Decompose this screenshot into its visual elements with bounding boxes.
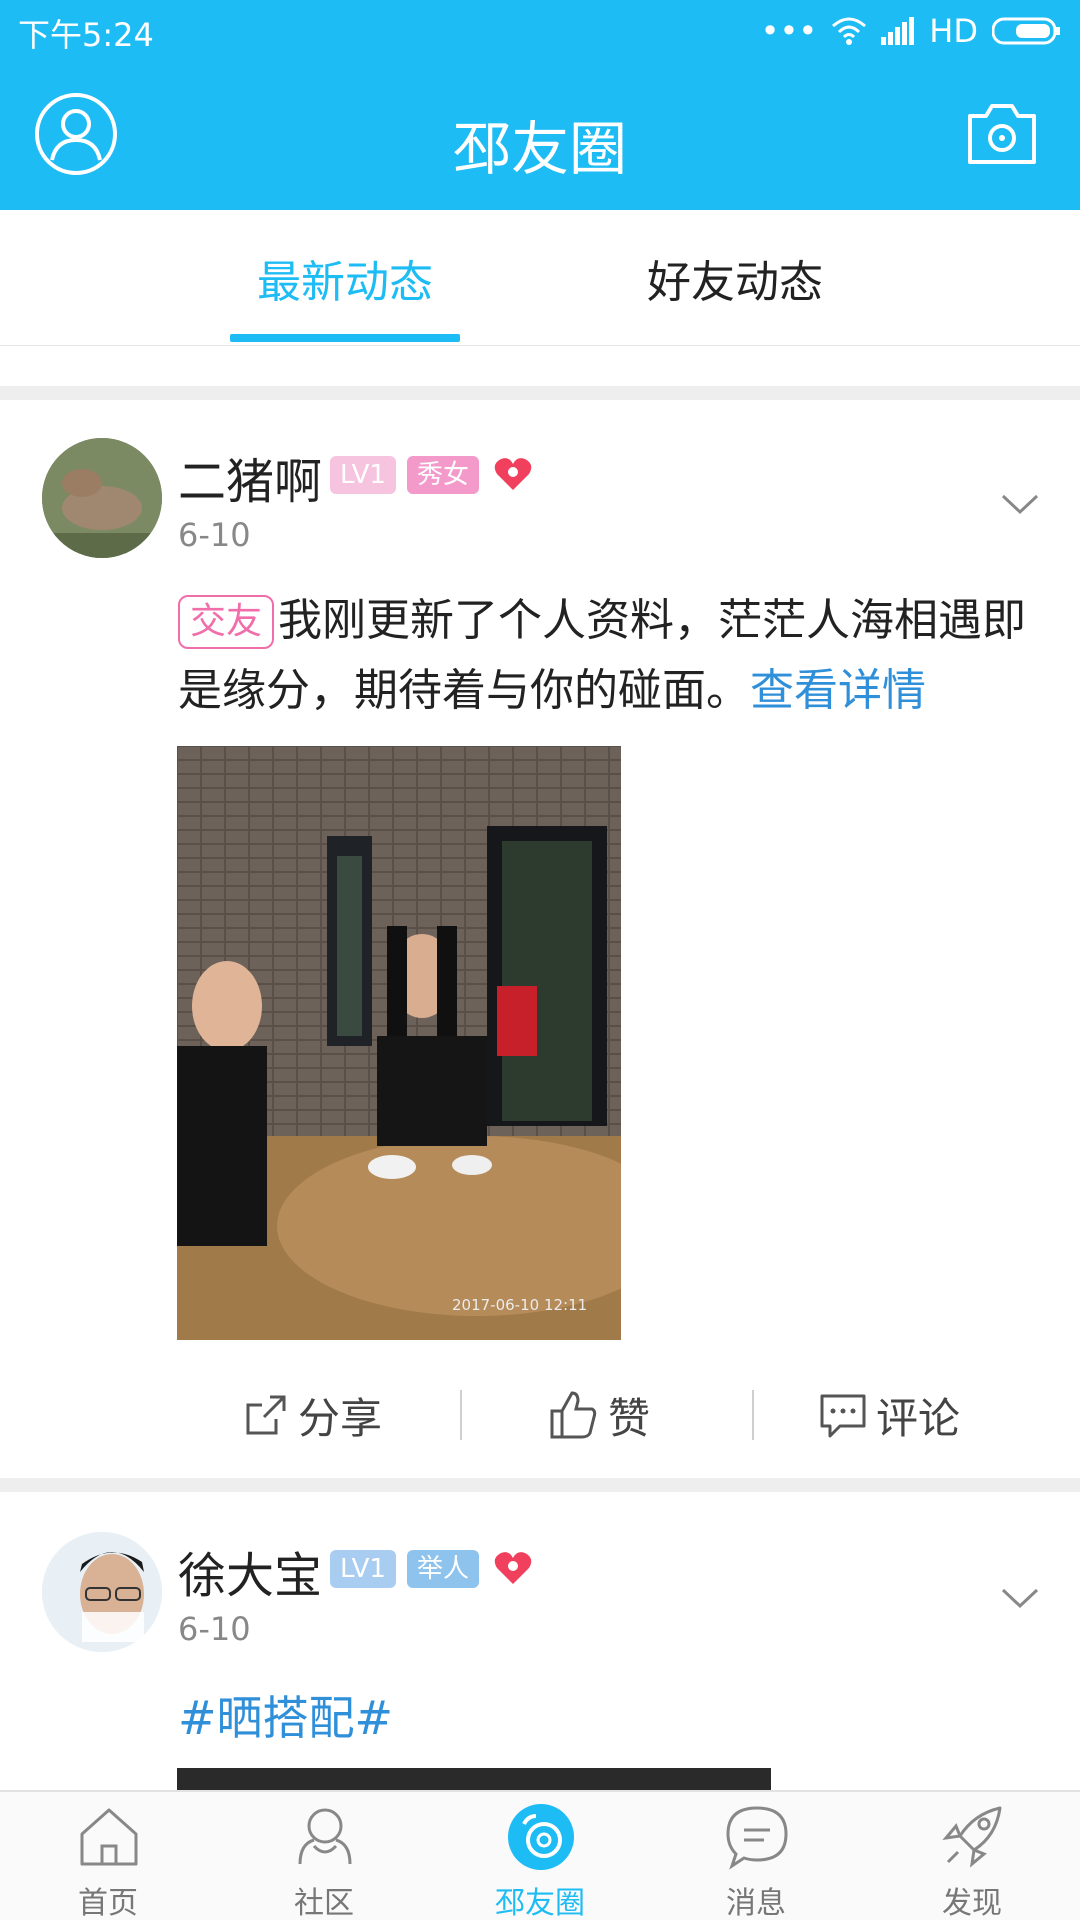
share-button[interactable]: 分享 xyxy=(242,1370,382,1460)
home-icon xyxy=(80,1808,138,1866)
tab-latest[interactable]: 最新动态 xyxy=(230,210,460,346)
feed-post: 二猪啊 LV1 秀女 6-10 交友 我刚更新了个人资料，茫茫人海相遇即是缘分，期… xyxy=(0,400,1080,1478)
network-type: HD xyxy=(929,12,978,50)
app-header: 邳友圈 xyxy=(0,62,1080,210)
more-dots-icon: ••• xyxy=(760,12,818,50)
level-badge: LV1 xyxy=(330,456,396,494)
community-icon xyxy=(298,1808,352,1865)
bottom-nav: 首页 社区 邳友圈 消息 发现 xyxy=(0,1790,1080,1922)
post-username[interactable]: 二猪啊 xyxy=(178,442,322,512)
nav-home[interactable]: 首页 xyxy=(0,1792,216,1922)
rocket-icon xyxy=(942,1806,1002,1868)
avatar[interactable] xyxy=(42,438,162,558)
post-date: 6-10 xyxy=(178,1610,251,1648)
feed-post: 徐大宝 LV1 举人 6-10 #晒搭配# xyxy=(0,1492,1080,1790)
comment-icon xyxy=(820,1394,866,1438)
feed-tabs: 最新动态 好友动态 xyxy=(0,210,1080,346)
nav-messages[interactable]: 消息 xyxy=(648,1792,864,1922)
thumbs-up-icon xyxy=(550,1391,597,1439)
nav-friends-circle-label: 邳友圈 xyxy=(495,1886,585,1921)
comment-button[interactable]: 评论 xyxy=(818,1370,960,1460)
post-tag[interactable]: 交友 xyxy=(178,595,275,649)
post-text: 交友 我刚更新了个人资料，茫茫人海相遇即是缘分，期待着与你的碰面。查看详情 xyxy=(178,586,1048,726)
wifi-icon xyxy=(832,17,867,45)
post-hashtag[interactable]: #晒搭配# xyxy=(178,1682,393,1748)
action-divider xyxy=(752,1390,754,1440)
message-icon xyxy=(726,1806,788,1870)
active-tab-indicator xyxy=(230,334,460,342)
action-divider xyxy=(460,1390,462,1440)
nav-messages-label: 消息 xyxy=(726,1886,786,1921)
title-badge: 秀女 xyxy=(407,456,480,494)
title-badge: 举人 xyxy=(407,1550,480,1588)
nav-community[interactable]: 社区 xyxy=(216,1792,432,1922)
camera-icon[interactable] xyxy=(966,100,1038,166)
section-divider xyxy=(0,1478,1080,1492)
post-username[interactable]: 徐大宝 xyxy=(178,1536,322,1606)
nav-home-label: 首页 xyxy=(78,1886,138,1921)
level-badge: LV1 xyxy=(330,1550,396,1588)
nav-discover-label: 发现 xyxy=(942,1886,1002,1921)
post-actions: 分享 赞 评论 xyxy=(0,1370,1080,1460)
post-photo[interactable]: 2017-06-10 12:11 xyxy=(177,746,621,1340)
chevron-down-icon[interactable] xyxy=(1000,492,1040,516)
post-photo[interactable] xyxy=(177,1768,771,1790)
status-bar: 下午5:24 ••• HD xyxy=(0,0,1080,62)
chevron-down-icon[interactable] xyxy=(1000,1586,1040,1610)
photo-timestamp: 2017-06-10 12:11 xyxy=(452,1296,587,1314)
heart-icon xyxy=(494,1552,532,1584)
nav-friends-circle[interactable]: 邳友圈 xyxy=(432,1792,648,1922)
heart-icon xyxy=(494,458,532,490)
view-details-link[interactable]: 查看详情 xyxy=(750,665,926,716)
status-icons: ••• HD xyxy=(761,12,1062,50)
like-label: 赞 xyxy=(608,1393,651,1443)
tab-friends[interactable]: 好友动态 xyxy=(620,210,850,346)
nav-community-label: 社区 xyxy=(294,1886,354,1921)
comment-label: 评论 xyxy=(876,1393,961,1443)
avatar[interactable] xyxy=(42,1532,162,1652)
friends-circle-icon xyxy=(508,1804,574,1870)
battery-icon xyxy=(992,17,1060,45)
like-button[interactable]: 赞 xyxy=(548,1370,650,1460)
nav-discover[interactable]: 发现 xyxy=(864,1792,1080,1922)
section-divider xyxy=(0,386,1080,400)
share-icon xyxy=(246,1395,286,1435)
status-time: 下午5:24 xyxy=(18,16,154,54)
signal-icon xyxy=(881,17,915,45)
post-date: 6-10 xyxy=(178,516,251,554)
share-label: 分享 xyxy=(298,1393,383,1443)
page-title: 邳友圈 xyxy=(452,115,627,183)
